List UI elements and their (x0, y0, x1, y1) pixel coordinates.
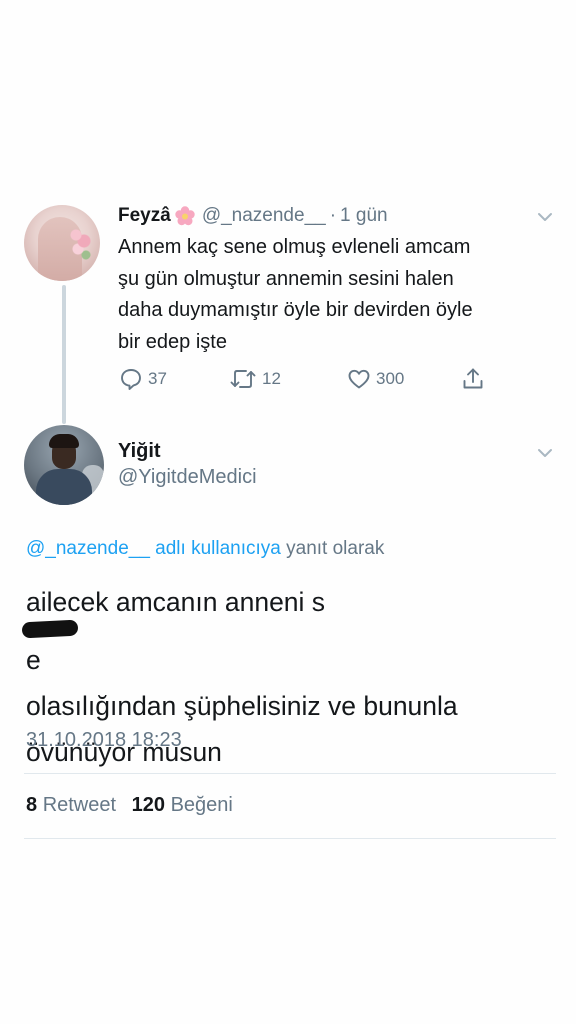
thread-line (62, 285, 66, 424)
parent-text-line: şu gün olmuştur annemin sesini halen (118, 267, 454, 290)
replying-to-mention[interactable]: @_nazende__ adlı kullanıcıya (26, 538, 281, 559)
reply-handle[interactable]: @YigitdeMedici (118, 466, 257, 489)
reply-avatar[interactable] (24, 425, 104, 505)
chevron-down-icon[interactable] (534, 206, 556, 228)
parent-display-name[interactable]: Feyzâ (118, 205, 171, 227)
cherry-blossom-icon (174, 205, 196, 227)
retweets-label: Retweet (42, 794, 117, 816)
reply-icon (121, 369, 141, 390)
divider (24, 838, 556, 839)
divider (24, 773, 556, 774)
parent-text-line: bir edep işte (118, 330, 227, 353)
like-count: 300 (376, 369, 405, 388)
reply-text-fragment: e (26, 645, 41, 675)
heart-icon (348, 369, 370, 389)
reply-text-line: olasılığından şüphelisiniz ve bununla (26, 691, 458, 721)
retweets-stat[interactable]: 8 Retweet (26, 794, 116, 816)
parent-tweet-text: Annem kaç sene olmuş evleneli amcam şu g… (118, 232, 548, 358)
censor-scribble (21, 619, 79, 639)
retweet-button[interactable]: 12 (228, 365, 281, 393)
parent-avatar[interactable] (24, 205, 100, 281)
share-icon (463, 368, 483, 389)
likes-stat[interactable]: 120 Beğeni (132, 794, 233, 816)
replying-to: @_nazende__ adlı kullanıcıya yanıt olara… (26, 538, 384, 560)
retweets-value: 8 (26, 794, 38, 816)
reply-text-fragment: ailecek amcanın anneni s (26, 587, 326, 617)
replying-to-suffix: yanıt olarak (286, 538, 385, 559)
parent-text-line: daha duymamıştır öyle bir devirden öyle (118, 299, 473, 321)
avatar-body (36, 469, 92, 505)
avatar-flowers (68, 227, 92, 261)
reply-button[interactable]: 37 (118, 365, 167, 393)
reply-display-name[interactable]: Yiğit (118, 440, 161, 463)
reply-count: 37 (148, 369, 167, 388)
retweet-icon (230, 370, 256, 388)
separator-dot: · (329, 205, 337, 226)
reply-text-line: ailecek amcanın anneni s e (21, 579, 556, 683)
parent-handle[interactable]: @_nazende__ (202, 205, 326, 227)
engagement-stats: 8 Retweet 120 Beğeni (26, 794, 233, 817)
like-button[interactable]: 300 (346, 365, 404, 393)
parent-text-line: Annem kaç sene olmuş evleneli amcam (118, 236, 471, 258)
parent-header: Feyzâ @_nazende__ · 1 gün (118, 203, 388, 229)
parent-time[interactable]: 1 gün (340, 205, 388, 227)
parent-actions: 37 12 300 (118, 365, 538, 393)
avatar-hair (49, 434, 79, 448)
retweet-count: 12 (262, 369, 281, 388)
likes-value: 120 (131, 794, 165, 816)
likes-label: Beğeni (170, 794, 233, 816)
reply-timestamp[interactable]: 31.10.2018 18:23 (26, 729, 182, 752)
share-button[interactable] (460, 365, 490, 393)
chevron-down-icon[interactable] (534, 442, 556, 464)
